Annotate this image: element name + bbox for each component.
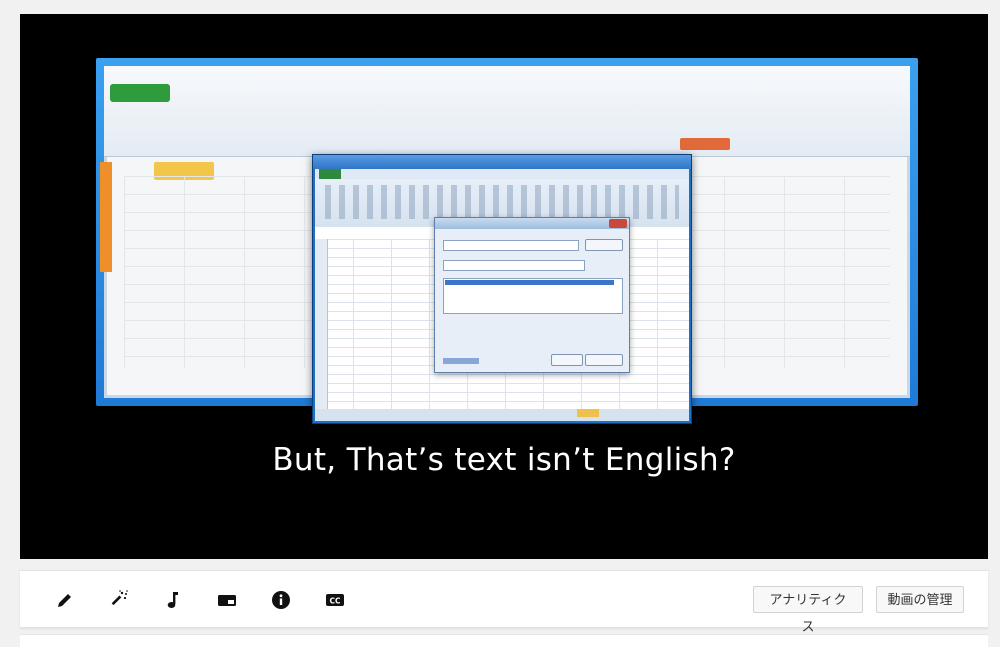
- info-icon[interactable]: [270, 589, 292, 611]
- cc-icon[interactable]: CC: [324, 589, 346, 611]
- excel-row-headers: [315, 239, 328, 409]
- ribbon-glyphs: [325, 185, 679, 219]
- analytics-button[interactable]: アナリティクス: [753, 586, 863, 635]
- dialog-input: [443, 240, 579, 251]
- excel-tabs: [315, 169, 689, 179]
- status-indicator: [577, 409, 599, 417]
- excel-file-tab: [319, 169, 341, 179]
- dialog-list-selected: [445, 280, 614, 285]
- bottom-panel-edge: [20, 634, 988, 647]
- music-note-icon[interactable]: [162, 589, 184, 611]
- magic-wand-icon[interactable]: [108, 589, 130, 611]
- video-subtitle: But, That’s text isn’t English?: [272, 442, 736, 478]
- dialog-box: [434, 217, 630, 373]
- dialog-search-button: [585, 239, 623, 251]
- manage-videos-button[interactable]: 動画の管理: [876, 586, 964, 613]
- frame-side-strip: [100, 162, 112, 272]
- video-edit-toolbar: CC アナリティクス 動画の管理: [20, 570, 988, 635]
- frame-file-tab: [110, 84, 170, 102]
- pencil-icon[interactable]: [54, 589, 76, 611]
- dialog-ok-button: [551, 354, 583, 366]
- frame-red-tag: [680, 138, 730, 150]
- card-icon[interactable]: [216, 589, 238, 611]
- dialog-close-icon: [609, 219, 627, 228]
- video-player[interactable]: But, That’s text isn’t English?: [20, 14, 988, 559]
- excel-titlebar: [313, 155, 691, 169]
- frame-ribbon: [104, 66, 910, 157]
- dialog-titlebar: [435, 218, 629, 229]
- dialog-select: [443, 260, 585, 271]
- dialog-cancel-button: [585, 354, 623, 366]
- dialog-help-link: [443, 358, 479, 364]
- excel-statusbar: [315, 409, 689, 421]
- dialog-list: [443, 278, 623, 314]
- svg-text:CC: CC: [329, 596, 341, 605]
